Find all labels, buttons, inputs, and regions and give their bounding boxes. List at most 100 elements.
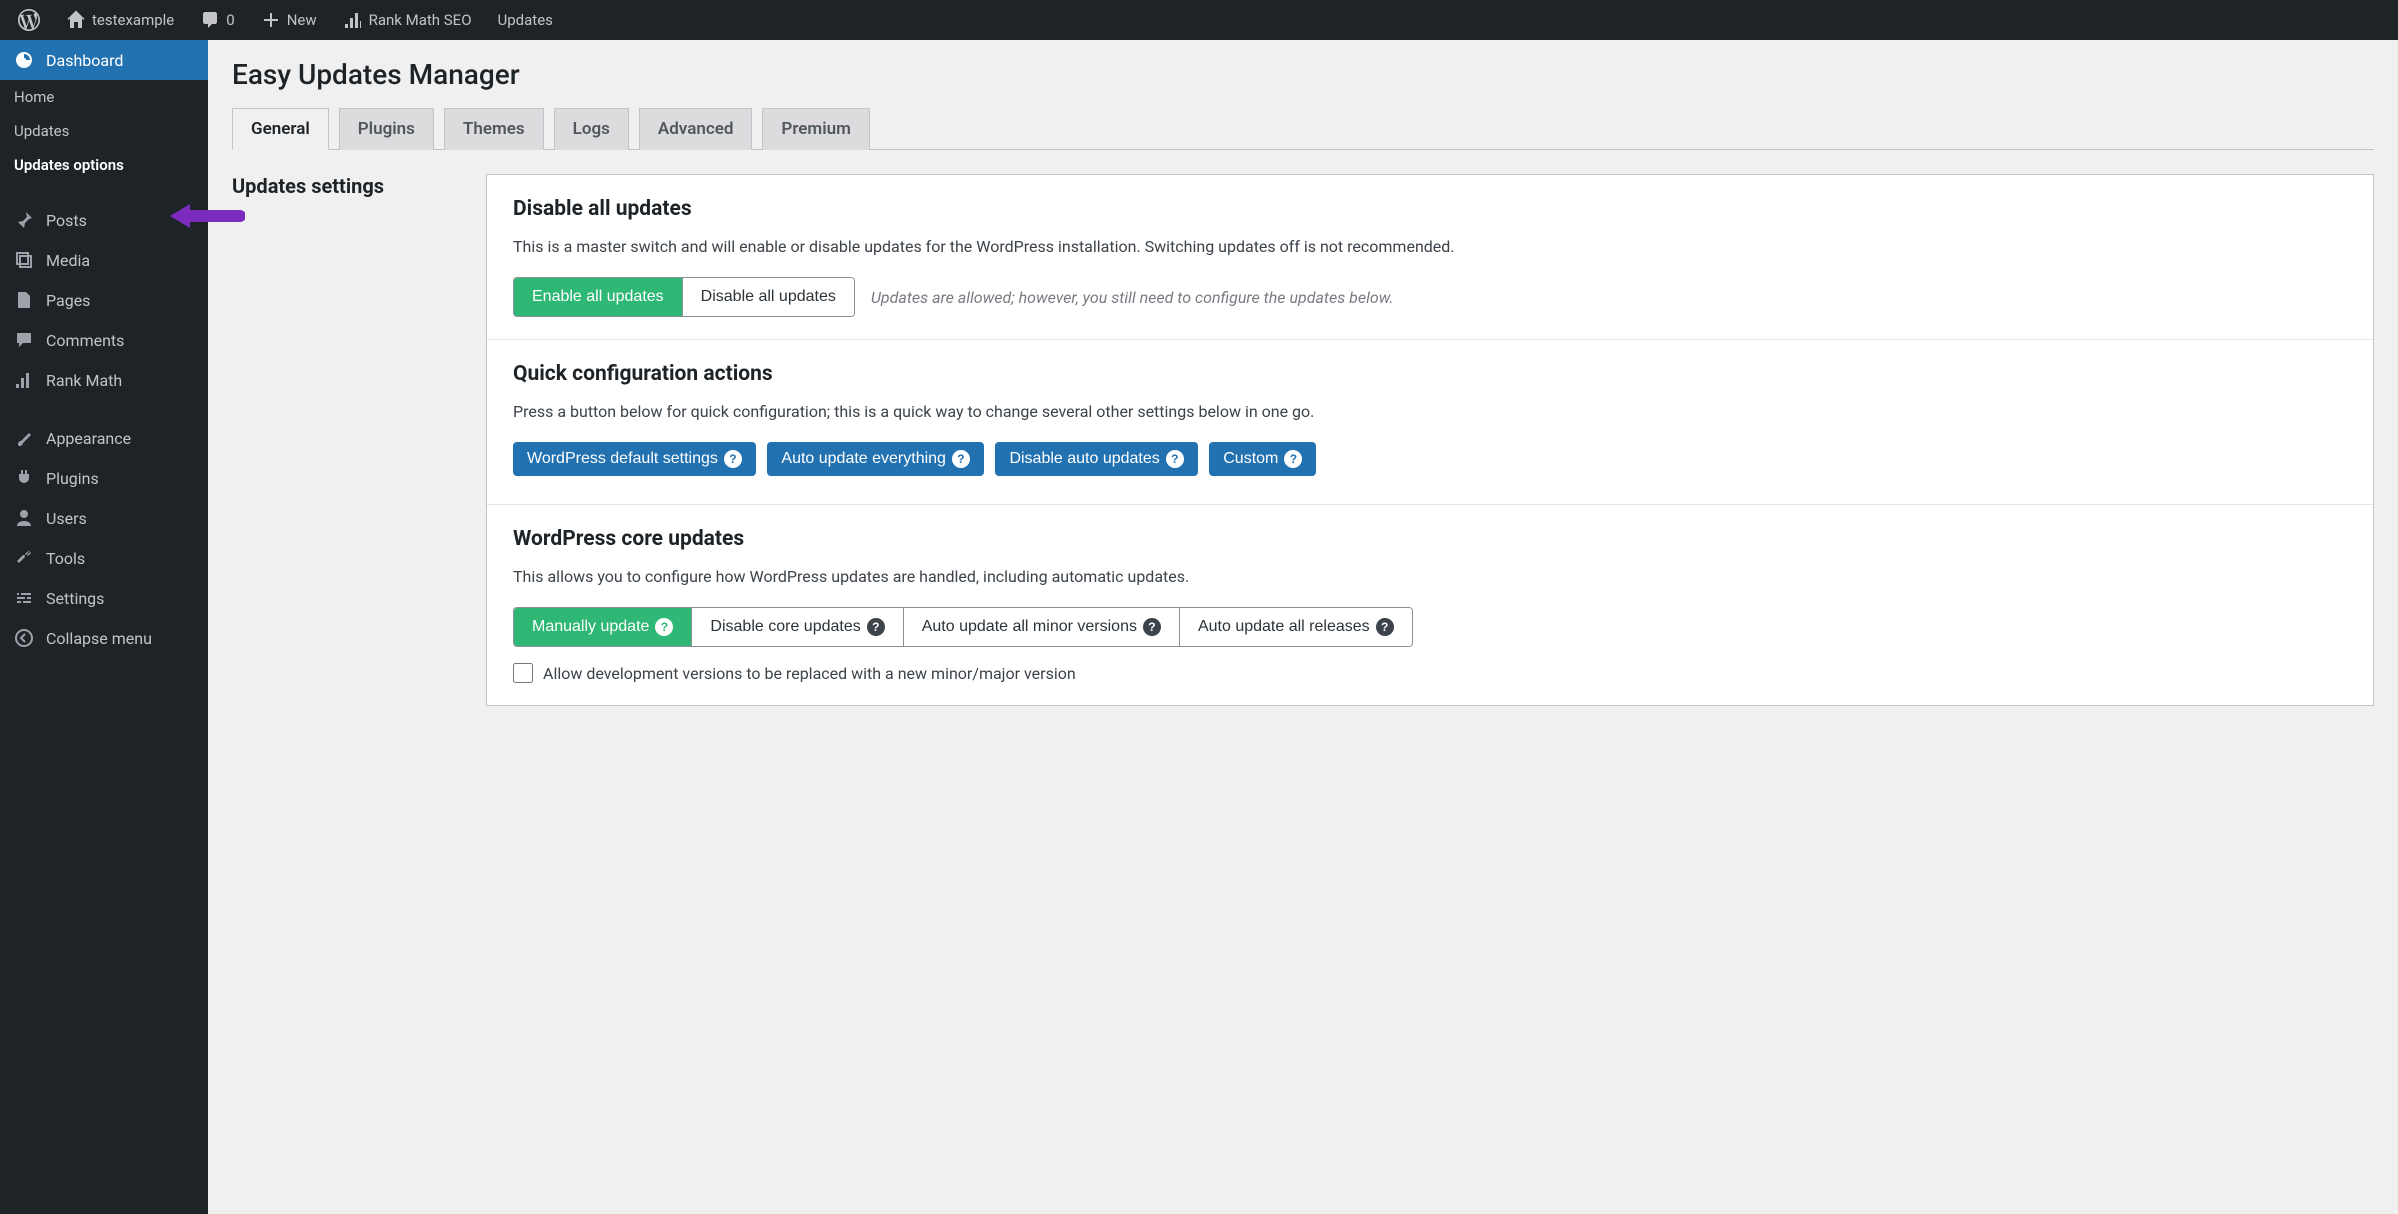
help-icon: ?	[655, 618, 673, 636]
updates-link[interactable]: Updates	[490, 0, 561, 40]
sidebar-sub-updates-options[interactable]: Updates options	[0, 148, 208, 182]
sidebar-label: Collapse menu	[46, 629, 152, 648]
main-content: Easy Updates Manager General Plugins The…	[208, 40, 2398, 1214]
collapse-icon	[14, 628, 34, 648]
section-desc: This is a master switch and will enable …	[513, 235, 2347, 259]
sidebar-label: Media	[46, 251, 90, 270]
help-icon: ?	[1166, 450, 1184, 468]
button-label: Disable auto updates	[1009, 450, 1159, 468]
tab-advanced[interactable]: Advanced	[639, 108, 753, 150]
site-name-label: testexample	[92, 11, 174, 29]
sidebar-item-settings[interactable]: Settings	[0, 578, 208, 618]
tab-premium[interactable]: Premium	[762, 108, 869, 150]
enable-all-updates-button[interactable]: Enable all updates	[514, 278, 682, 316]
chart-icon	[343, 10, 363, 30]
settings-panel: Disable all updates This is a master swi…	[486, 174, 2374, 706]
help-icon: ?	[1284, 450, 1302, 468]
sliders-icon	[14, 588, 34, 608]
home-icon	[66, 10, 86, 30]
button-label: Auto update all releases	[1198, 618, 1370, 635]
sidebar-label: Posts	[46, 211, 87, 230]
sidebar-item-media[interactable]: Media	[0, 240, 208, 280]
wordpress-icon	[18, 9, 40, 31]
sidebar-item-comments[interactable]: Comments	[0, 320, 208, 360]
wrench-icon	[14, 548, 34, 568]
tab-general[interactable]: General	[232, 108, 329, 150]
updates-label: Updates	[498, 11, 553, 29]
tab-plugins[interactable]: Plugins	[339, 108, 434, 150]
section-desc: Press a button below for quick configura…	[513, 400, 2347, 424]
sidebar-sub-home[interactable]: Home	[0, 80, 208, 114]
comments-link[interactable]: 0	[192, 0, 242, 40]
site-name-link[interactable]: testexample	[58, 0, 182, 40]
section-title: Quick configuration actions	[513, 362, 2347, 386]
tabs: General Plugins Themes Logs Advanced Pre…	[232, 107, 2374, 150]
help-icon: ?	[952, 450, 970, 468]
button-label: Manually update	[532, 618, 649, 635]
section-title: WordPress core updates	[513, 527, 2347, 551]
help-icon: ?	[1376, 618, 1394, 636]
button-label: Auto update all minor versions	[922, 618, 1137, 635]
rankmath-link[interactable]: Rank Math SEO	[335, 0, 480, 40]
wp-logo[interactable]	[10, 0, 48, 40]
sidebar-label: Users	[46, 509, 87, 528]
sidebar-item-rankmath[interactable]: Rank Math	[0, 360, 208, 400]
tab-logs[interactable]: Logs	[554, 108, 629, 150]
auto-update-all-releases-button[interactable]: Auto update all releases?	[1179, 608, 1412, 646]
pages-icon	[14, 290, 34, 310]
sidebar-label: Appearance	[46, 429, 131, 448]
new-label: New	[287, 11, 317, 29]
plug-icon	[14, 468, 34, 488]
help-icon: ?	[867, 618, 885, 636]
admin-bar: testexample 0 New Rank Math SEO Updates	[0, 0, 2398, 40]
sidebar-item-appearance[interactable]: Appearance	[0, 418, 208, 458]
sidebar-label: Plugins	[46, 469, 99, 488]
updates-hint: Updates are allowed; however, you still …	[871, 288, 1394, 307]
section-quick-config: Quick configuration actions Press a butt…	[487, 340, 2373, 505]
sidebar-item-plugins[interactable]: Plugins	[0, 458, 208, 498]
button-label: Disable core updates	[710, 618, 860, 635]
sidebar-item-dashboard[interactable]: Dashboard	[0, 40, 208, 80]
allow-dev-versions-checkbox[interactable]	[513, 663, 533, 683]
help-icon: ?	[1143, 618, 1161, 636]
checkbox-label: Allow development versions to be replace…	[543, 664, 1076, 683]
sidebar-item-users[interactable]: Users	[0, 498, 208, 538]
pin-icon	[14, 210, 34, 230]
button-label: WordPress default settings	[527, 450, 718, 468]
new-link[interactable]: New	[253, 0, 325, 40]
section-desc: This allows you to configure how WordPre…	[513, 565, 2347, 589]
core-update-mode: Manually update? Disable core updates? A…	[513, 607, 1413, 647]
custom-button[interactable]: Custom ?	[1209, 442, 1316, 476]
section-disable-all: Disable all updates This is a master swi…	[487, 175, 2373, 340]
user-icon	[14, 508, 34, 528]
sidebar-label: Dashboard	[46, 51, 123, 70]
comment-icon	[200, 10, 220, 30]
media-icon	[14, 250, 34, 270]
manually-update-button[interactable]: Manually update?	[514, 608, 691, 646]
sidebar-item-posts[interactable]: Posts	[0, 200, 208, 240]
sidebar-collapse[interactable]: Collapse menu	[0, 618, 208, 658]
sidebar-item-pages[interactable]: Pages	[0, 280, 208, 320]
comment-icon	[14, 330, 34, 350]
sidebar-item-tools[interactable]: Tools	[0, 538, 208, 578]
auto-update-minor-button[interactable]: Auto update all minor versions?	[903, 608, 1179, 646]
sidebar-label: Rank Math	[46, 371, 122, 390]
plus-icon	[261, 10, 281, 30]
button-label: Auto update everything	[781, 450, 946, 468]
sidebar-label: Tools	[46, 549, 85, 568]
chart-icon	[14, 370, 34, 390]
brush-icon	[14, 428, 34, 448]
toggle-all-updates: Enable all updates Disable all updates	[513, 277, 855, 317]
sidebar-label: Comments	[46, 331, 124, 350]
auto-update-everything-button[interactable]: Auto update everything ?	[767, 442, 984, 476]
tab-themes[interactable]: Themes	[444, 108, 544, 150]
wp-default-settings-button[interactable]: WordPress default settings ?	[513, 442, 756, 476]
disable-auto-updates-button[interactable]: Disable auto updates ?	[995, 442, 1197, 476]
section-heading: Updates settings	[232, 174, 462, 198]
disable-core-updates-button[interactable]: Disable core updates?	[691, 608, 902, 646]
rankmath-label: Rank Math SEO	[369, 11, 472, 29]
sidebar-sub-updates[interactable]: Updates	[0, 114, 208, 148]
section-title: Disable all updates	[513, 197, 2347, 221]
disable-all-updates-button[interactable]: Disable all updates	[682, 278, 854, 316]
admin-sidebar: Dashboard Home Updates Updates options P…	[0, 40, 208, 1214]
